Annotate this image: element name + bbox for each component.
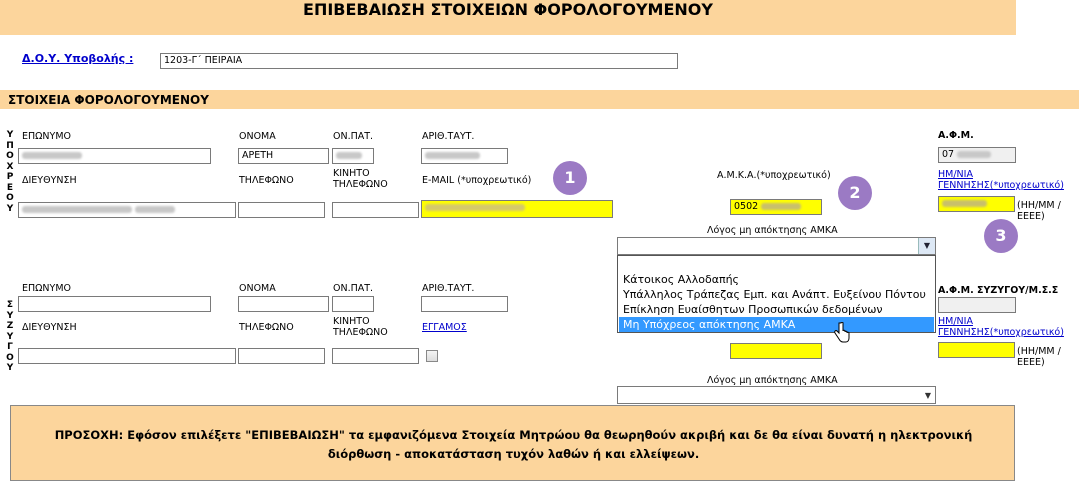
obligor-id-label: ΑΡΙΘ.ΤΑΥΤ.	[422, 131, 475, 142]
obligor-email-label: E-MAIL (*υποχρεωτικό)	[422, 175, 532, 186]
amka-label: Α.Μ.Κ.Α.(*υποχρεωτικό)	[717, 170, 831, 181]
spouse-no-amka-label: Λόγος μη απόκτησης ΑΜΚΑ	[707, 375, 838, 386]
obligor-surname-input[interactable]	[18, 148, 211, 164]
afm-value: 07	[942, 149, 955, 160]
spouse-father-input[interactable]	[332, 296, 374, 312]
doy-field[interactable]: 1203-Γ΄ ΠΕΙΡΑΙΑ	[160, 53, 678, 69]
warning-text: ΠΡΟΣΟΧΗ: Εφόσον επιλέξετε "ΕΠΙΒΕΒΑΙΩΣΗ" …	[54, 428, 973, 461]
spouse-side-label: ΣΥΖΥΓΟΥ	[5, 300, 15, 374]
amka-input[interactable]: 0502	[730, 199, 822, 215]
obligor-phone-input[interactable]	[238, 202, 325, 218]
dropdown-option-bank-employee[interactable]: Υπάλληλος Τράπεζας Εμπ. και Ανάπτ. Ευξεί…	[619, 287, 934, 302]
spouse-afm-label: Α.Φ.Μ. ΣΥΖΥΓΟΥ/Μ.Σ.Σ	[938, 285, 1059, 296]
obligor-id-input[interactable]	[421, 148, 508, 164]
spouse-phone-input[interactable]	[238, 348, 325, 364]
spouse-side-letter: Υ	[6, 310, 14, 321]
obligor-side-letter: Χ	[6, 161, 14, 172]
obligor-side-letter: Ο	[6, 151, 14, 161]
birthdate-link[interactable]: ΗΜ/ΝΙΑ ΓΕΝΝΗΣΗΣ(*υποχρεωτικό)	[938, 169, 1078, 191]
spouse-amka-input[interactable]	[730, 343, 822, 359]
obligor-side-letter: Ο	[6, 193, 14, 203]
birthdate-format: (ΗΗ/ΜΜ /ΕΕΕΕ)	[1017, 200, 1061, 222]
obligor-email-input[interactable]	[421, 200, 613, 218]
obligor-mobile-input[interactable]	[332, 202, 419, 218]
obligor-surname-label: ΕΠΩΝΥΜΟ	[22, 131, 71, 142]
spouse-surname-label: ΕΠΩΝΥΜΟ	[22, 283, 71, 294]
step-badge-2: 2	[838, 176, 872, 210]
hand-pointer-icon	[834, 321, 850, 344]
spouse-name-input[interactable]	[238, 296, 329, 312]
no-amka-label: Λόγος μη απόκτησης ΑΜΚΑ	[707, 225, 838, 236]
obligor-address-label: ΔΙΕΥΘΥΝΣΗ	[22, 175, 77, 186]
spouse-side-letter: Γ	[7, 342, 13, 352]
obligor-father-input[interactable]	[332, 148, 374, 164]
obligor-side-letter: Π	[6, 140, 14, 151]
spouse-address-label: ΔΙΕΥΘΥΝΣΗ	[22, 322, 77, 333]
spouse-name-label: ΟΝΟΜΑ	[239, 283, 276, 294]
afm-label: Α.Φ.Μ.	[938, 130, 974, 141]
obligor-name-label: ΟΝΟΜΑ	[239, 131, 276, 142]
spouse-side-letter: Υ	[6, 331, 14, 342]
spouse-surname-input[interactable]	[18, 296, 211, 312]
spouse-birthdate-link[interactable]: ΗΜ/ΝΙΑ ΓΕΝΝΗΣΗΣ(*υποχρεωτικό)	[938, 316, 1078, 338]
spouse-mobile-input[interactable]	[332, 348, 419, 364]
chevron-down-icon[interactable]: ▼	[925, 391, 931, 400]
obligor-father-label: ΟΝ.ΠΑΤ.	[333, 131, 374, 142]
spouse-mobile-label: ΚΙΝΗΤΟ ΤΗΛΕΦΩΝΟ	[333, 316, 388, 338]
afm-input: 07	[938, 147, 1016, 163]
obligor-side-label: ΥΠΟΧΡΕΟΥ	[5, 130, 15, 214]
dropdown-option-empty[interactable]	[619, 257, 934, 272]
chevron-down-icon[interactable]: ▼	[918, 238, 935, 254]
spouse-side-letter: Ζ	[6, 321, 14, 331]
spouse-birthdate-input[interactable]	[938, 342, 1015, 358]
obligor-mobile-label: ΚΙΝΗΤΟ ΤΗΛΕΦΩΝΟ	[333, 168, 388, 190]
section-title: ΣΤΟΙΧΕΙΑ ΦΟΡΟΛΟΓΟΥΜΕΝΟΥ	[8, 93, 209, 107]
step-badge-1: 1	[553, 161, 587, 195]
spouse-side-letter: Υ	[6, 363, 14, 373]
spouse-father-label: ΟΝ.ΠΑΤ.	[333, 283, 374, 294]
obligor-side-letter: Ε	[6, 182, 14, 193]
obligor-address-input[interactable]	[18, 202, 236, 218]
page-title: ΕΠΙΒΕΒΑΙΩΣΗ ΣΤΟΙΧΕΙΩΝ ΦΟΡΟΛΟΓΟΥΜΕΝΟΥ	[303, 0, 713, 19]
obligor-name-input[interactable]: ΑΡΕΤΗ	[238, 148, 329, 164]
spouse-side-letter: Ο	[6, 352, 14, 363]
doy-link[interactable]: Δ.Ο.Υ. Υποβολής :	[22, 53, 133, 64]
amka-value: 0502	[734, 201, 759, 212]
warning-box: ΠΡΟΣΟΧΗ: Εφόσον επιλέξετε "ΕΠΙΒΕΒΑΙΩΣΗ" …	[10, 405, 1015, 481]
no-amka-dropdown-list[interactable]: Κάτοικος Αλλοδαπής Υπάλληλος Τράπεζας Εμ…	[617, 255, 936, 333]
spouse-afm-input	[938, 297, 1016, 313]
married-link[interactable]: ΕΓΓΑΜΟΣ	[422, 322, 467, 333]
no-amka-select[interactable]: ▼	[617, 237, 936, 255]
obligor-phone-label: ΤΗΛΕΦΩΝΟ	[239, 175, 294, 186]
spouse-address-input[interactable]	[18, 348, 236, 364]
dropdown-option-abroad-resident[interactable]: Κάτοικος Αλλοδαπής	[619, 272, 934, 287]
birthdate-input[interactable]	[938, 196, 1015, 212]
spouse-birthdate-format: (ΗΗ/ΜΜ /ΕΕΕΕ)	[1017, 346, 1061, 368]
obligor-side-letter: Ρ	[6, 172, 14, 182]
dropdown-option-sensitive-data[interactable]: Επίκληση Ευαίσθητων Προσωπικών δεδομένων	[619, 302, 934, 317]
spouse-id-label: ΑΡΙΘ.ΤΑΥΤ.	[422, 283, 475, 294]
spouse-side-letter: Σ	[6, 300, 14, 310]
step-badge-3: 3	[984, 219, 1018, 253]
spouse-phone-label: ΤΗΛΕΦΩΝΟ	[239, 322, 294, 333]
spouse-id-input[interactable]	[421, 296, 508, 312]
obligor-side-letter: Υ	[6, 203, 14, 214]
spouse-no-amka-select[interactable]: ▼	[617, 386, 936, 404]
dropdown-option-not-obliged[interactable]: Μη Υπόχρεος απόκτησης ΑΜΚΑ	[619, 317, 934, 332]
married-checkbox[interactable]	[426, 350, 438, 362]
obligor-side-letter: Υ	[6, 130, 14, 140]
